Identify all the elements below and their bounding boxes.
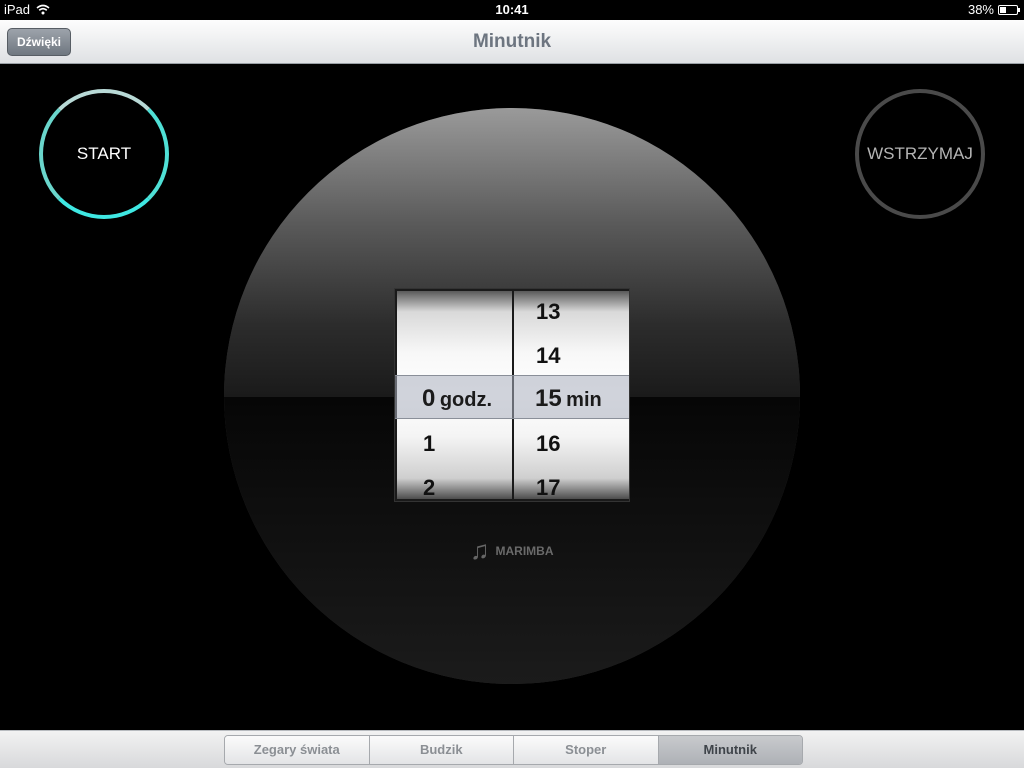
sound-selector[interactable]: ♫ MARIMBA [470,535,554,566]
minutes-row-above-2: 13 [536,299,561,324]
start-button-label: START [76,144,132,163]
tab-segmented-control: Zegary świata Budzik Stoper Minutnik [224,735,803,765]
hours-selected-value: 0 [422,385,436,412]
status-bar: iPad 10:41 38% [0,0,1024,20]
hours-unit-label: godz. [439,389,493,411]
sound-name: MARIMBA [495,543,554,558]
hours-row-below-2: 2 [423,475,436,499]
music-note-icon: ♫ [470,535,490,565]
tab-bar: Zegary świata Budzik Stoper Minutnik [0,730,1024,768]
time-picker: 1 2 13 14 16 17 0 godz. 15 min [394,288,630,502]
page-title: Minutnik [472,31,552,52]
minutes-row-below-2: 17 [536,475,561,499]
nav-bar: Dźwięki Minutnik [0,20,1024,64]
tab-timer[interactable]: Minutnik [658,736,802,764]
tab-stopwatch[interactable]: Stoper [514,736,659,764]
minutes-row-below-1: 16 [536,431,561,456]
minutes-selected-value: 15 [535,385,562,412]
tab-world-clock[interactable]: Zegary świata [225,736,370,764]
battery-icon [998,4,1020,15]
pause-button[interactable]: WSTRZYMAJ [855,89,985,219]
hours-row-below-1: 1 [423,431,436,456]
minutes-unit-label: min [566,389,602,411]
battery-percent: 38% [967,2,994,17]
timer-main: START WSTRZYMAJ 1 2 13 14 16 17 0 godz. … [0,65,1024,730]
pause-button-label: WSTRZYMAJ [867,144,973,163]
minutes-selected: 15 min [535,385,602,413]
status-right: 38% [967,2,1020,17]
tab-alarm[interactable]: Budzik [369,736,514,764]
battery-fill [1000,6,1007,13]
hours-selected: 0 godz. [422,385,492,413]
status-time: 10:41 [495,2,529,17]
start-button[interactable]: START [39,89,169,219]
minutes-row-above-1: 14 [536,343,561,368]
